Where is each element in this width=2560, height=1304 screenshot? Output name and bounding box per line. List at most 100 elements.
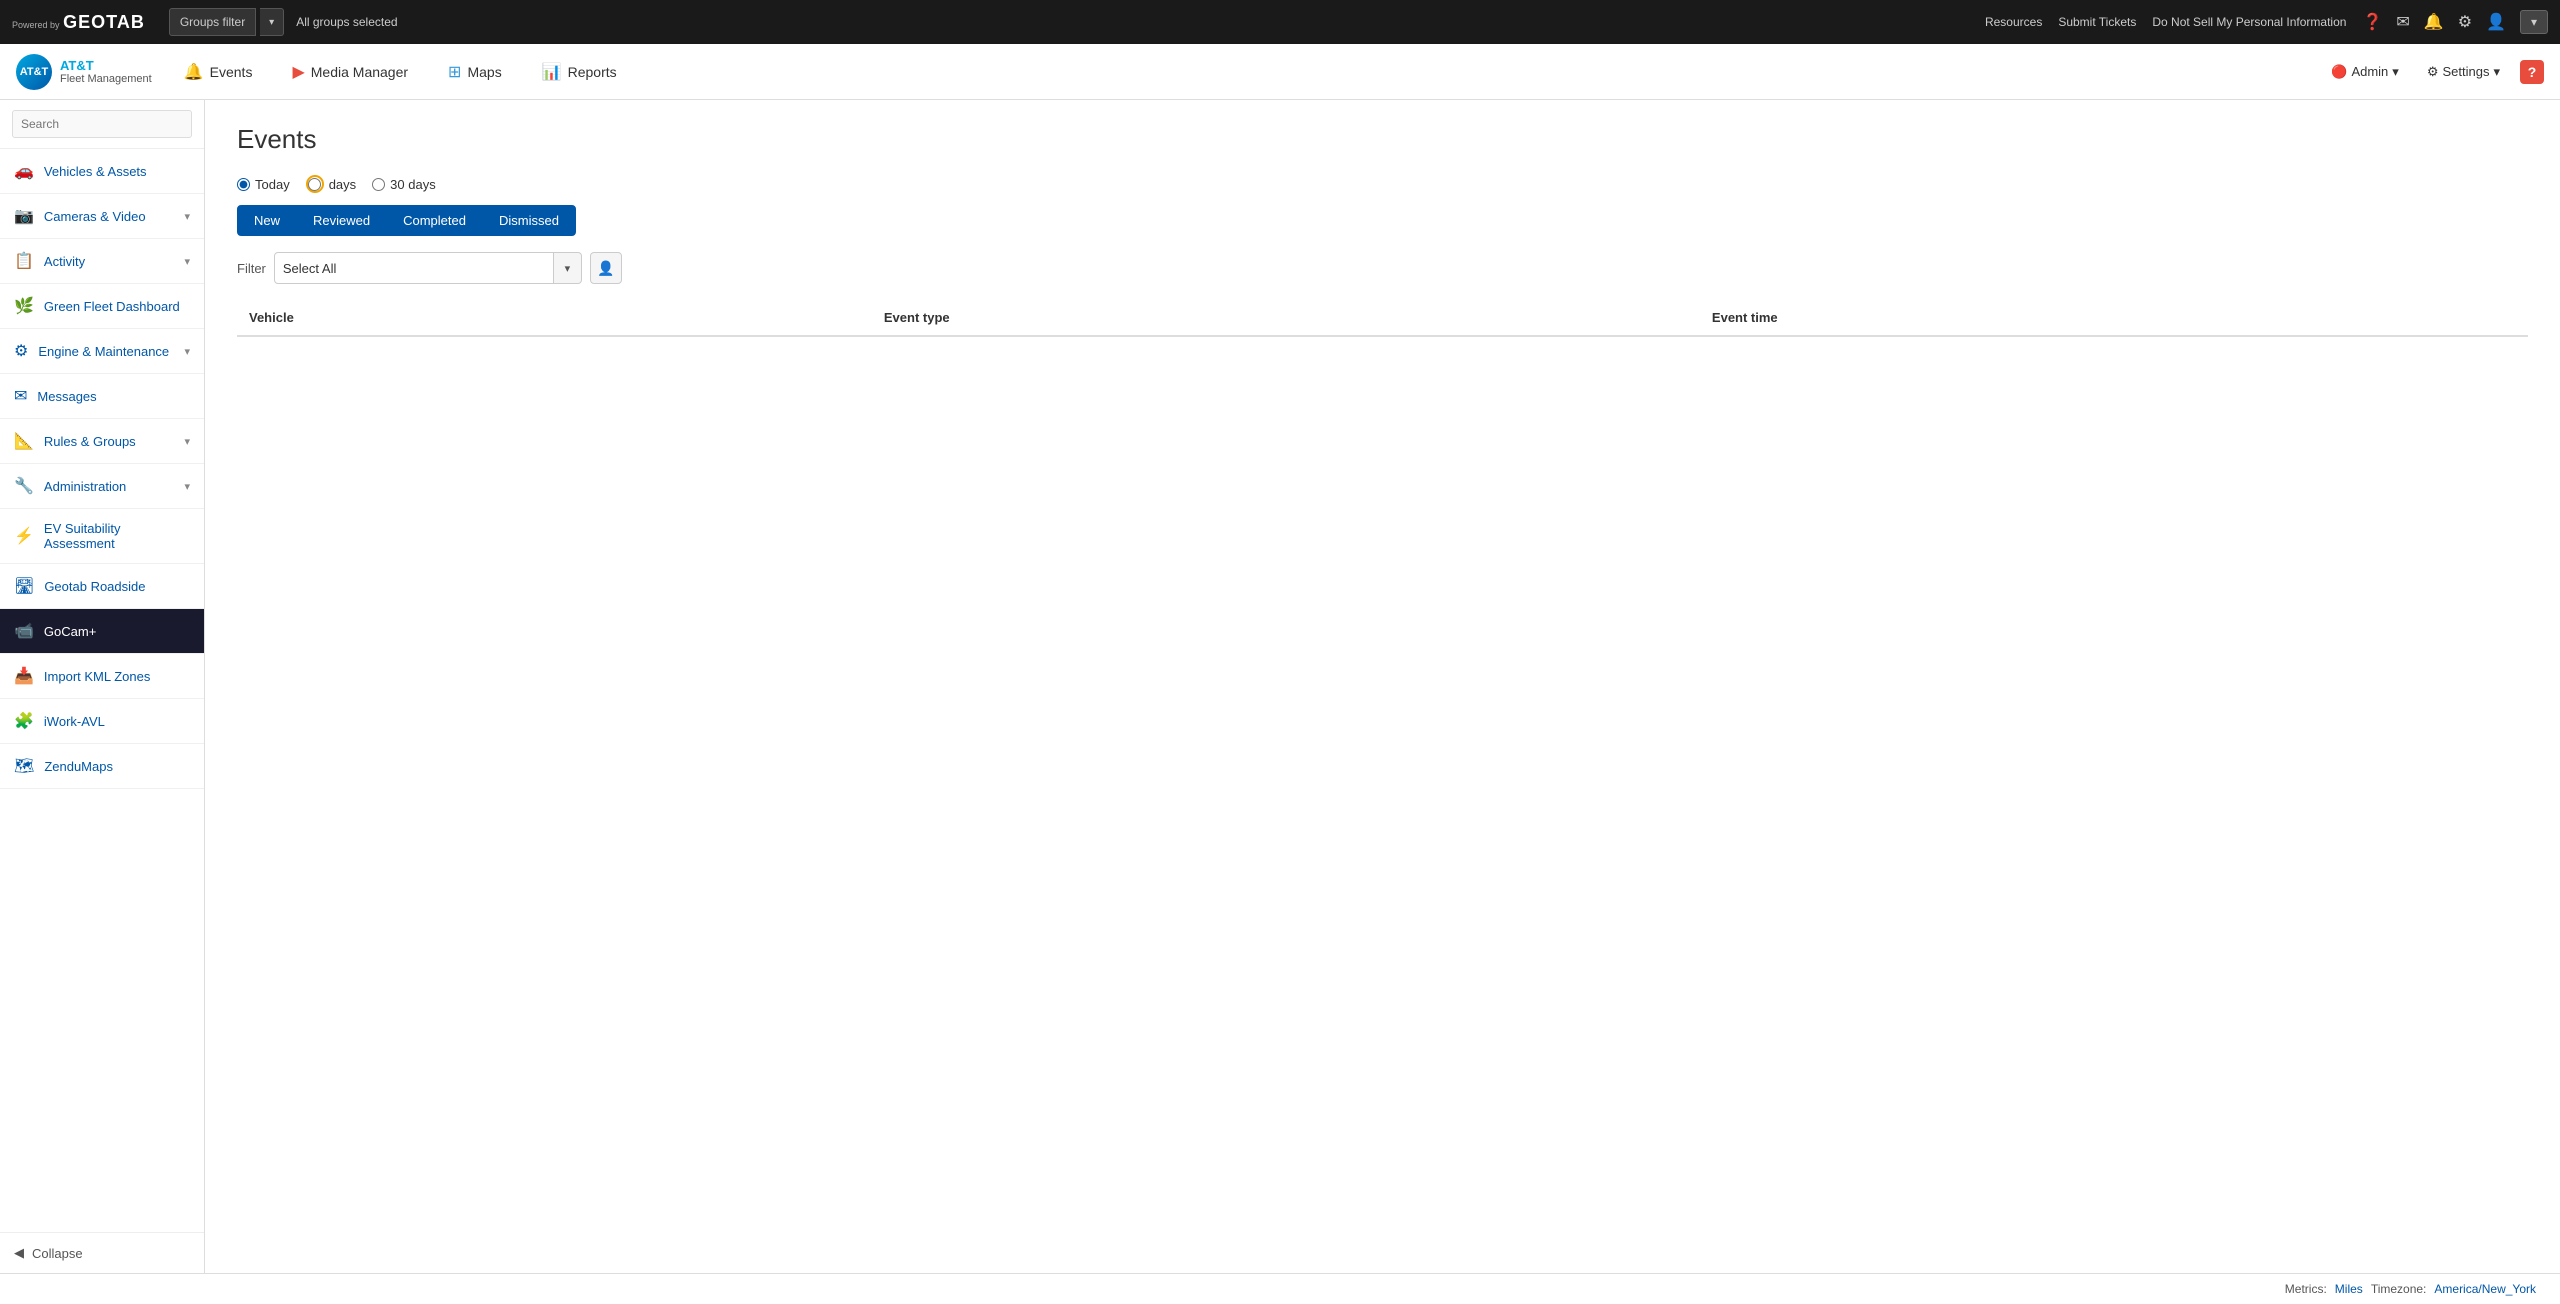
nav-events[interactable]: 🔔 Events <box>176 58 261 86</box>
sidebar-label-messages: Messages <box>37 389 190 404</box>
settings-arrow-icon: ▾ <box>2493 64 2500 80</box>
tab-dismissed-button[interactable]: Dismissed <box>482 205 576 236</box>
import-kml-icon: 📥 <box>14 666 34 686</box>
second-bar-left: AT&T AT&T Fleet Management 🔔 Events ▶ Me… <box>16 54 625 90</box>
geotab-roadside-icon: 🛣 <box>14 576 34 596</box>
filter-select-wrapper: Select All ▾ <box>274 252 582 284</box>
help-question-label: ? <box>2528 64 2537 80</box>
sidebar-item-messages[interactable]: ✉ Messages <box>0 374 204 419</box>
col-event-time: Event time <box>1700 300 2528 336</box>
vehicles-assets-icon: 🚗 <box>14 161 34 181</box>
radio-30days-label[interactable]: 30 days <box>372 177 436 192</box>
sidebar-label-administration: Administration <box>44 479 175 494</box>
export-icon: 👤 <box>597 260 614 277</box>
tab-completed-button[interactable]: Completed <box>386 205 483 236</box>
sidebar-search-area <box>0 100 204 149</box>
sidebar-label-gocam: GoCam+ <box>44 624 190 639</box>
sidebar-item-administration[interactable]: 🔧 Administration ▾ <box>0 464 204 509</box>
radio-days-highlight <box>306 175 324 193</box>
timezone-value-link[interactable]: America/New_York <box>2434 1282 2536 1296</box>
sidebar-search-input[interactable] <box>12 110 192 138</box>
do-not-sell-link[interactable]: Do Not Sell My Personal Information <box>2152 15 2346 29</box>
settings-icon[interactable]: ⚙ <box>2458 12 2472 32</box>
radio-30days-text: 30 days <box>390 177 436 192</box>
radio-today-input[interactable] <box>237 178 250 191</box>
help-icon[interactable]: ❓ <box>2362 12 2382 32</box>
sidebar-item-gocam[interactable]: 📹 GoCam+ <box>0 609 204 654</box>
collapse-arrow-icon: ◀ <box>14 1245 24 1261</box>
nav-events-label: Events <box>210 64 253 80</box>
administration-arrow-icon: ▾ <box>184 480 190 493</box>
table-header-row: Vehicle Event type Event time <box>237 300 2528 336</box>
user-icon[interactable]: 👤 <box>2486 12 2506 32</box>
sidebar-label-geotab-roadside: Geotab Roadside <box>44 579 190 594</box>
sidebar-item-engine-maintenance[interactable]: ⚙ Engine & Maintenance ▾ <box>0 329 204 374</box>
radio-days-input[interactable] <box>308 178 321 191</box>
col-event-type: Event type <box>872 300 1700 336</box>
settings-gear-icon: ⚙ <box>2427 64 2439 80</box>
nav-maps[interactable]: ⊞ Maps <box>440 58 510 86</box>
resources-link[interactable]: Resources <box>1985 15 2042 29</box>
sidebar-item-cameras-video[interactable]: 📷 Cameras & Video ▾ <box>0 194 204 239</box>
radio-days-text: days <box>329 177 356 192</box>
radio-today-label[interactable]: Today <box>237 177 290 192</box>
sidebar-label-iwork-avl: iWork-AVL <box>44 714 190 729</box>
iwork-avl-icon: 🧩 <box>14 711 34 731</box>
filter-export-button[interactable]: 👤 <box>590 252 622 284</box>
metrics-label: Metrics: <box>2285 1282 2327 1296</box>
top-bar-icons: ❓ ✉ 🔔 ⚙ 👤 ▾ <box>2362 10 2548 34</box>
geotab-logo: Powered by GEOTAB <box>12 12 145 33</box>
page-title: Events <box>237 124 2528 155</box>
nav-reports-label: Reports <box>568 64 617 80</box>
mail-icon[interactable]: ✉ <box>2396 12 2409 32</box>
second-bar: AT&T AT&T Fleet Management 🔔 Events ▶ Me… <box>0 44 2560 100</box>
green-fleet-icon: 🌿 <box>14 296 34 316</box>
att-logo: AT&T AT&T Fleet Management <box>16 54 152 90</box>
radio-group: Today days 30 days <box>237 175 2528 193</box>
sidebar-item-activity[interactable]: 📋 Activity ▾ <box>0 239 204 284</box>
help-red-button[interactable]: ? <box>2520 60 2544 84</box>
tab-buttons: New Reviewed Completed Dismissed <box>237 205 2528 236</box>
messages-icon: ✉ <box>14 386 27 406</box>
sidebar-item-zendu-maps[interactable]: 🗺 ZenduMaps <box>0 744 204 789</box>
sidebar-item-import-kml[interactable]: 📥 Import KML Zones <box>0 654 204 699</box>
groups-filter-dropdown-button[interactable]: ▾ <box>260 8 284 36</box>
submit-tickets-link[interactable]: Submit Tickets <box>2058 15 2136 29</box>
settings-button[interactable]: ⚙ Settings ▾ <box>2419 60 2508 84</box>
att-logo-circle: AT&T <box>16 54 52 90</box>
filter-dropdown-button[interactable]: ▾ <box>554 252 582 284</box>
tab-new-button[interactable]: New <box>237 205 297 236</box>
sidebar-item-geotab-roadside[interactable]: 🛣 Geotab Roadside <box>0 564 204 609</box>
sidebar-label-green-fleet: Green Fleet Dashboard <box>44 299 190 314</box>
bell-icon[interactable]: 🔔 <box>2424 12 2444 32</box>
groups-filter-button[interactable]: Groups filter <box>169 8 256 36</box>
timezone-label: Timezone: <box>2371 1282 2427 1296</box>
table-header: Vehicle Event type Event time <box>237 300 2528 336</box>
cameras-video-arrow-icon: ▾ <box>184 210 190 223</box>
nav-media-manager[interactable]: ▶ Media Manager <box>284 58 416 86</box>
sidebar-item-vehicles-assets[interactable]: 🚗 Vehicles & Assets <box>0 149 204 194</box>
filter-select[interactable]: Select All <box>274 252 554 284</box>
zendu-maps-icon: 🗺 <box>14 756 34 776</box>
sidebar-item-iwork-avl[interactable]: 🧩 iWork-AVL <box>0 699 204 744</box>
att-logo-text: AT&T <box>20 66 49 78</box>
sidebar-label-zendu-maps: ZenduMaps <box>44 759 190 774</box>
ev-suitability-icon: ⚡ <box>14 526 34 546</box>
sidebar-item-green-fleet[interactable]: 🌿 Green Fleet Dashboard <box>0 284 204 329</box>
sidebar-item-rules-groups[interactable]: 📐 Rules & Groups ▾ <box>0 419 204 464</box>
events-filter: Today days 30 days New Reviewed Complete… <box>237 175 2528 236</box>
powered-by-text: Powered by <box>12 20 60 30</box>
user-dropdown-button[interactable]: ▾ <box>2520 10 2548 34</box>
metrics-value-link[interactable]: Miles <box>2335 1282 2363 1296</box>
events-icon: 🔔 <box>184 62 204 82</box>
sidebar-item-ev-suitability[interactable]: ⚡ EV Suitability Assessment <box>0 509 204 564</box>
radio-30days-input[interactable] <box>372 178 385 191</box>
att-text-block: AT&T Fleet Management <box>60 58 152 86</box>
admin-button[interactable]: 🔴 Admin ▾ <box>2323 60 2407 84</box>
sidebar-label-engine-maintenance: Engine & Maintenance <box>38 344 174 359</box>
sidebar-collapse-button[interactable]: ◀ Collapse <box>0 1232 204 1273</box>
sidebar-label-activity: Activity <box>44 254 175 269</box>
tab-reviewed-button[interactable]: Reviewed <box>296 205 387 236</box>
nav-reports[interactable]: 📊 Reports <box>534 58 625 86</box>
radio-days-label[interactable]: days <box>306 175 356 193</box>
